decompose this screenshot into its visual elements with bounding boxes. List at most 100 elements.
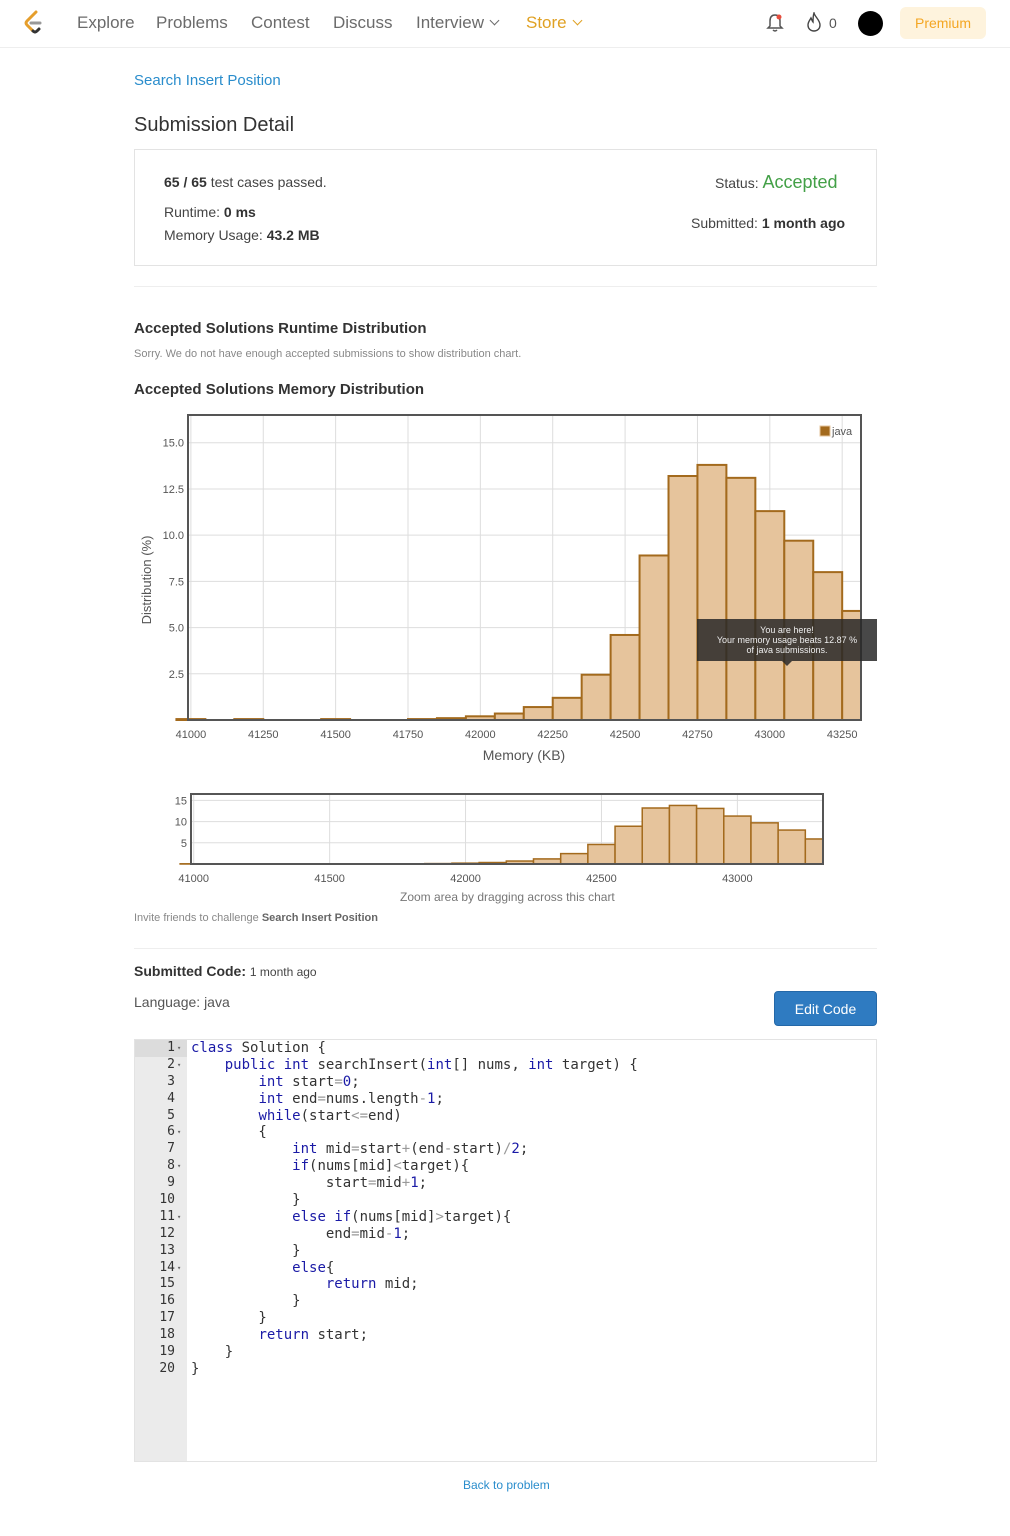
submitted-code-time: 1 month ago	[249, 965, 317, 979]
avatar[interactable]	[858, 11, 883, 36]
histogram-bar	[580, 673, 612, 722]
code-text: public int searchInsert(int[] nums, int …	[224, 1056, 638, 1073]
test-cases-count: 65 / 65	[164, 174, 207, 190]
histogram-bar	[754, 510, 786, 721]
line-number: 7	[167, 1141, 175, 1157]
y-tick-label: 5.0	[169, 623, 184, 635]
legend-label: java	[831, 426, 853, 438]
fold-arrow-icon[interactable]: ▾	[177, 1040, 181, 1057]
streak-fire-icon[interactable]	[806, 12, 822, 32]
y-tick-label: 10	[175, 817, 187, 829]
histogram-bar	[777, 829, 807, 865]
streak-count: 0	[829, 15, 837, 31]
zoom-navigator-chart[interactable]: 41000 41500 42000 42500 43000 5 10 15	[160, 788, 840, 888]
page-title: Submission Detail	[134, 114, 295, 136]
line-number: 4	[167, 1090, 175, 1106]
y-tick-label: 5	[181, 838, 187, 850]
x-tick-label: 42000	[450, 873, 481, 885]
runtime-result: Runtime: 0 ms	[164, 204, 256, 220]
histogram-bar	[551, 696, 583, 721]
code-line: 11 ▾ else if(nums[mid]>target){	[135, 1209, 876, 1226]
fold-arrow-icon[interactable]: ▾	[177, 1158, 181, 1175]
tooltip-arrow	[782, 661, 792, 666]
submitted-code-label: Submitted Code:	[134, 963, 246, 979]
nav-explore[interactable]: Explore	[77, 13, 135, 33]
histogram-bar	[804, 838, 824, 865]
edit-code-button[interactable]: Edit Code	[774, 991, 877, 1026]
code-text: }	[191, 1192, 301, 1209]
runtime-distribution-title: Accepted Solutions Runtime Distribution	[134, 320, 427, 337]
nav-interview[interactable]: Interview	[416, 13, 500, 33]
histogram-bar	[641, 807, 671, 865]
memory-distribution-title: Accepted Solutions Memory Distribution	[134, 381, 425, 398]
histogram-bar	[587, 843, 616, 865]
code-line: 5 while(start<=end)	[135, 1108, 876, 1125]
x-tick-label: 42250	[537, 729, 568, 741]
fold-arrow-icon[interactable]: ▾	[177, 1209, 181, 1226]
code-line: 7 int mid=start+(end-start)/2;	[135, 1141, 876, 1158]
x-axis-label: Memory (KB)	[483, 747, 565, 763]
nav-contest[interactable]: Contest	[251, 13, 310, 33]
fold-arrow-icon[interactable]: ▾	[177, 1057, 181, 1074]
line-number: 17	[159, 1310, 175, 1326]
problem-link[interactable]: Search Insert Position	[134, 72, 281, 89]
histogram-bar	[723, 815, 752, 865]
nav-problems[interactable]: Problems	[156, 13, 228, 33]
tooltip-line-2: Your memory usage beats 12.87 %	[716, 635, 858, 645]
status-badge: Accepted	[762, 172, 838, 192]
status-label: Status:	[715, 175, 763, 191]
x-tick-label: 41500	[314, 873, 345, 885]
x-tick-label: 42500	[610, 729, 641, 741]
code-line: 16 }	[135, 1293, 876, 1310]
code-line: 4 int end=nums.length-1;	[135, 1091, 876, 1108]
nav-store[interactable]: Store	[526, 13, 583, 33]
code-text: }	[191, 1344, 234, 1361]
line-number: 9	[167, 1175, 175, 1191]
code-line: 18 return start;	[135, 1327, 876, 1344]
notification-bell-icon[interactable]	[766, 13, 784, 33]
x-tick-label: 42000	[465, 729, 496, 741]
chevron-down-icon	[489, 15, 500, 26]
x-tick-label: 43250	[827, 729, 858, 741]
language-label: Language: java	[134, 994, 230, 1010]
invite-friends[interactable]: Invite friends to challenge Search Inser…	[134, 912, 378, 924]
line-number: 20	[159, 1360, 175, 1376]
fold-arrow-icon[interactable]: ▾	[177, 1124, 181, 1141]
memory-distribution-chart[interactable]: 41000 41250 41500 41750 42000 42250 42500 42750…	[130, 408, 875, 768]
invite-problem-name: Search Insert Position	[261, 912, 378, 924]
histogram-bar	[522, 706, 554, 722]
y-axis-label: Distribution (%)	[139, 536, 154, 625]
code-editor[interactable]: 1 ▾ class Solution {2 ▾ public int searchIn…	[134, 1039, 877, 1462]
line-number: 1	[167, 1040, 175, 1055]
histogram-bar	[696, 463, 728, 722]
code-line: 3 int start=0;	[135, 1074, 876, 1091]
fold-arrow-icon[interactable]: ▾	[177, 1260, 181, 1277]
code-text: class Solution {	[191, 1040, 326, 1056]
status-result: Status: Accepted	[715, 172, 838, 193]
y-tick-label: 12.5	[163, 484, 184, 496]
submitted-value: 1 month ago	[761, 215, 846, 231]
code-text: }	[191, 1360, 200, 1377]
nav-discuss[interactable]: Discuss	[333, 13, 393, 33]
code-line: 19 }	[135, 1344, 876, 1361]
histogram-bar	[695, 807, 725, 865]
test-cases-suffix: test cases passed.	[206, 174, 327, 190]
test-cases-result: 65 / 65 test cases passed.	[164, 174, 327, 190]
legend-swatch	[819, 425, 831, 437]
histogram-bar	[609, 633, 641, 721]
y-tick-label: 7.5	[169, 576, 184, 588]
code-line: 8 ▾ if(nums[mid]<target){	[135, 1158, 876, 1175]
code-line: 6 ▾ {	[135, 1124, 876, 1141]
submission-summary-card: 65 / 65 test cases passed. Runtime: 0 ms…	[134, 149, 877, 266]
leetcode-logo-icon[interactable]	[22, 10, 46, 36]
memory-value: 43.2 MB	[266, 227, 320, 243]
runtime-value: 0 ms	[223, 204, 256, 220]
divider	[134, 948, 877, 949]
premium-button[interactable]: Premium	[900, 7, 986, 39]
back-to-problem-link[interactable]: Back to problem	[463, 1478, 550, 1492]
line-number: 10	[159, 1192, 175, 1208]
code-text: }	[191, 1242, 301, 1259]
code-content[interactable]: 1 ▾ class Solution {2 ▾ public int searchIn…	[135, 1040, 876, 1378]
nav-store-label: Store	[526, 13, 567, 32]
code-line: 20}	[135, 1361, 876, 1378]
